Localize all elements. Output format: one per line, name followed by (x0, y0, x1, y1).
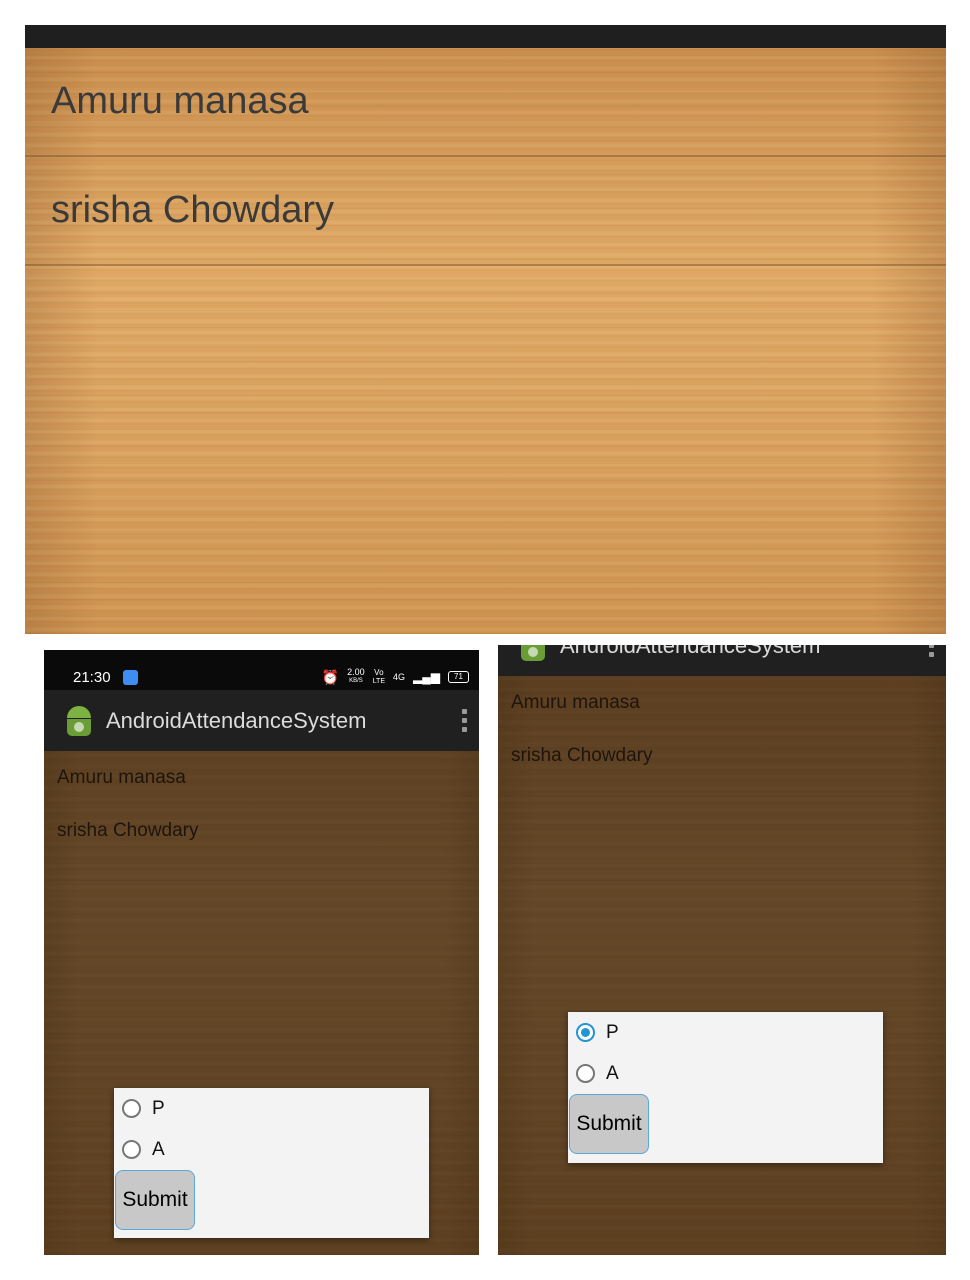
student-list: Amuru manasa srisha Chowdary (498, 676, 946, 782)
radio-label: A (152, 1138, 165, 1160)
student-name: srisha Chowdary (511, 744, 653, 766)
submit-button[interactable]: Submit (569, 1094, 649, 1154)
radio-option-absent[interactable]: A (568, 1053, 883, 1094)
list-item[interactable]: Amuru manasa (44, 751, 479, 804)
volte-icon: Vo LTE (372, 668, 386, 685)
notification-app-icon (123, 670, 138, 685)
attendance-dialog: P A Submit (568, 1012, 883, 1163)
overflow-menu-icon[interactable] (929, 645, 934, 657)
attendance-dialog: P A Submit (114, 1088, 429, 1238)
phone-screen-right: AndroidAttendanceSystem Amuru manasa sri… (498, 645, 946, 1255)
student-name: srisha Chowdary (51, 189, 334, 231)
signal-icon: ▂▄▆ (413, 669, 440, 684)
android-app-icon (64, 704, 94, 738)
action-bar: AndroidAttendanceSystem (44, 690, 479, 751)
app-title: AndroidAttendanceSystem (106, 707, 367, 733)
student-name: Amuru manasa (511, 691, 640, 713)
radio-button[interactable] (576, 1064, 595, 1083)
phone-screen-left: 21:30 ⏰ 2.00 KB/S Vo LTE 4G ▂▄▆ 71 Andro… (44, 650, 479, 1255)
zoomed-student-list: Amuru manasa srisha Chowdary (25, 25, 946, 634)
zoomed-list-item[interactable]: Amuru manasa (25, 48, 946, 157)
student-list: Amuru manasa srisha Chowdary (44, 751, 479, 857)
list-item[interactable]: Amuru manasa (498, 676, 946, 729)
zoomed-top-bar (25, 25, 946, 48)
zoomed-list-item[interactable]: srisha Chowdary (25, 157, 946, 266)
radio-button[interactable] (122, 1140, 141, 1159)
overflow-menu-icon[interactable] (462, 709, 467, 732)
list-item[interactable]: srisha Chowdary (498, 729, 946, 782)
status-bar: 21:30 ⏰ 2.00 KB/S Vo LTE 4G ▂▄▆ 71 (44, 650, 479, 690)
radio-option-absent[interactable]: A (114, 1129, 429, 1170)
android-app-icon (518, 645, 548, 663)
alarm-icon: ⏰ (321, 668, 340, 685)
action-bar: AndroidAttendanceSystem (498, 645, 946, 676)
radio-button[interactable] (122, 1099, 141, 1118)
status-icons: ⏰ 2.00 KB/S Vo LTE 4G ▂▄▆ 71 (322, 668, 469, 686)
radio-label: P (152, 1097, 165, 1119)
radio-label: A (606, 1062, 619, 1084)
radio-option-present[interactable]: P (568, 1012, 883, 1053)
status-time: 21:30 (73, 669, 111, 686)
radio-label: P (606, 1021, 619, 1043)
network-type: 4G (393, 671, 406, 682)
list-item[interactable]: srisha Chowdary (44, 804, 479, 857)
student-name: srisha Chowdary (57, 819, 199, 841)
app-title: AndroidAttendanceSystem (560, 645, 821, 658)
radio-button-checked[interactable] (576, 1023, 595, 1042)
battery-icon: 71 (448, 671, 469, 683)
data-speed: 2.00 KB/S (347, 667, 365, 685)
student-name: Amuru manasa (57, 766, 186, 788)
radio-option-present[interactable]: P (114, 1088, 429, 1129)
submit-button[interactable]: Submit (115, 1170, 195, 1230)
student-name: Amuru manasa (51, 80, 309, 122)
